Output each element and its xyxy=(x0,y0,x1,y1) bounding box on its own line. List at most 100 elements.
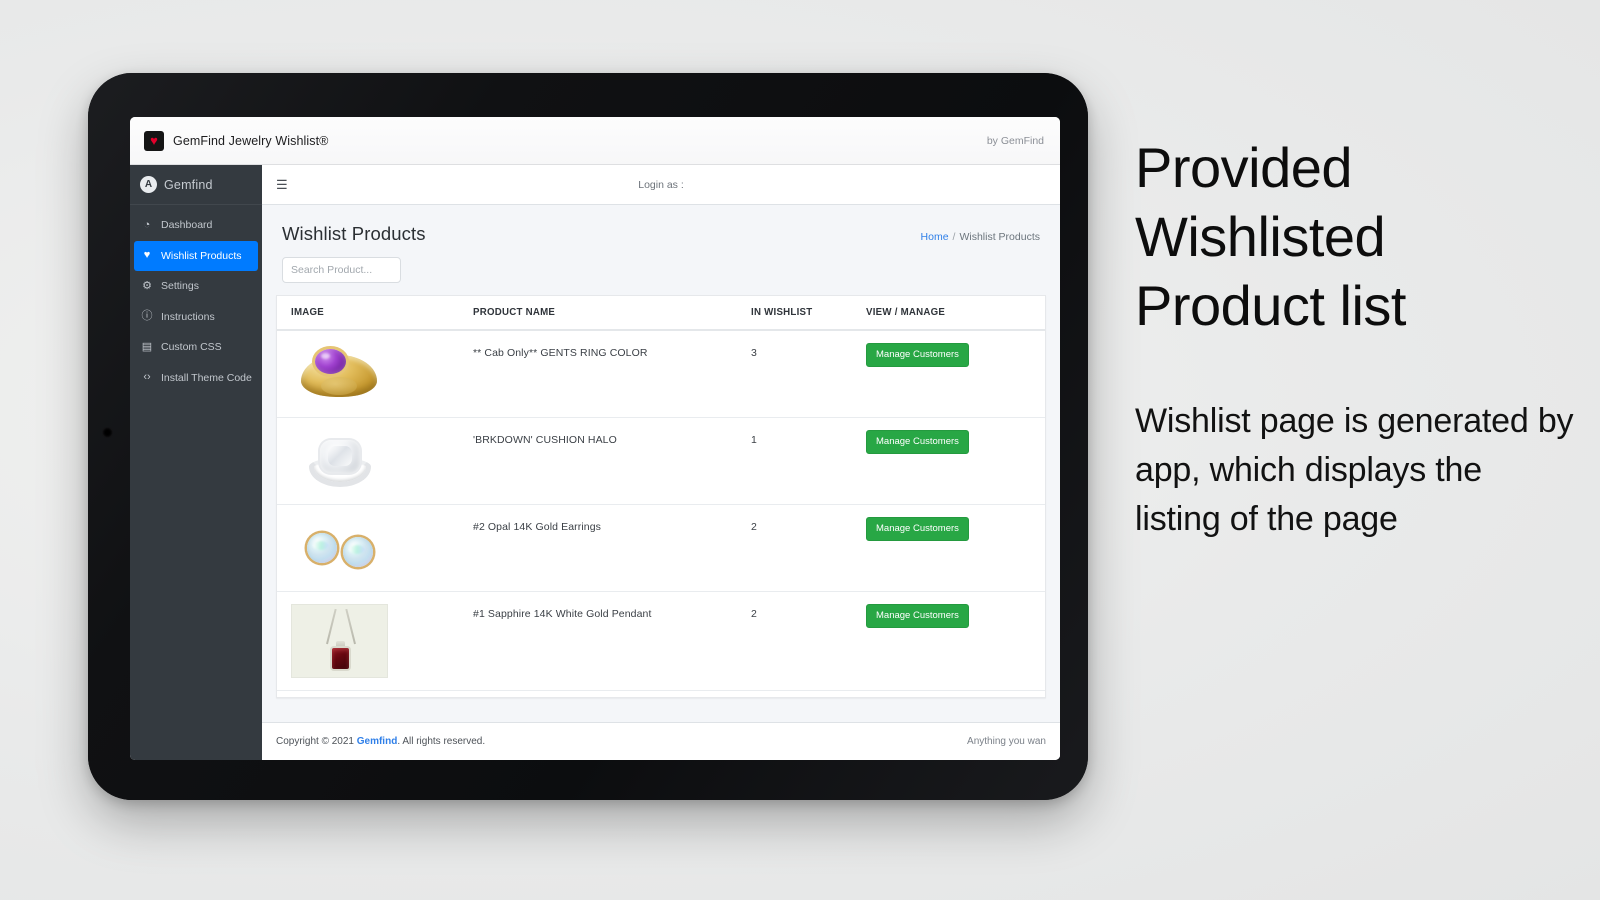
opal-stud-earrings-image xyxy=(291,517,388,579)
sidebar-item-settings[interactable]: ⚙ Settings xyxy=(130,271,262,302)
garnet-pendant-necklace-image xyxy=(291,604,388,678)
in-wishlist-count: 2 xyxy=(751,608,757,620)
column-header-in-wishlist: IN WISHLIST xyxy=(751,296,866,331)
white-gold-cushion-halo-ring-image xyxy=(291,430,388,492)
brand-logo-icon: A xyxy=(140,176,157,193)
cell-actions: Manage Customers xyxy=(866,330,1045,418)
cell-product-name: #2 Opal 14K Gold Earrings xyxy=(473,504,751,592)
manage-customers-button[interactable]: Manage Customers xyxy=(866,343,969,367)
cell-in-wishlist: 3 xyxy=(751,330,866,418)
footer-copyright-suffix: . All rights reserved. xyxy=(397,736,486,747)
in-wishlist-count: 3 xyxy=(751,347,757,359)
products-card: IMAGE PRODUCT NAME IN WISHLIST VIEW / MA… xyxy=(276,295,1046,698)
gear-icon: ⚙ xyxy=(142,279,152,292)
product-name: 'BRKDOWN' CUSHION HALO xyxy=(473,434,617,446)
callout-heading: Provided Wishlisted Product list xyxy=(1135,136,1407,337)
hamburger-icon[interactable]: ☰ xyxy=(276,178,288,191)
app-shell: A Gemfind ◔ Dashboard ♥ Wishlist Product… xyxy=(130,165,1060,760)
content-header: Wishlist Products Home / Wishlist Products xyxy=(262,205,1060,245)
brand-name: Gemfind xyxy=(164,177,213,192)
manage-customers-button[interactable]: Manage Customers xyxy=(866,604,969,628)
sidebar-item-label: Install Theme Code xyxy=(161,371,252,384)
opal-stone-shape xyxy=(343,537,373,567)
breadcrumb: Home / Wishlist Products xyxy=(921,223,1040,243)
breadcrumb-current: Wishlist Products xyxy=(959,231,1040,243)
callout-text-block: Provided Wishlisted Product list Wishlis… xyxy=(1135,134,1575,543)
cell-image xyxy=(277,591,473,691)
sidebar-item-install-theme-code[interactable]: ‹› Install Theme Code xyxy=(130,363,262,394)
app-titlebar: ♥ GemFind Jewelry Wishlist® by GemFind xyxy=(130,117,1060,165)
product-name: #1 Sapphire 14K White Gold Pendant xyxy=(473,608,652,620)
opal-stone-shape xyxy=(307,533,337,563)
tablet-camera-icon xyxy=(102,427,113,438)
in-wishlist-count: 2 xyxy=(751,521,757,533)
footer: Copyright © 2021 Gemfind. All rights res… xyxy=(262,722,1060,760)
amethyst-stone-shape xyxy=(315,349,346,374)
breadcrumb-separator: / xyxy=(952,231,956,243)
table-row: ** Cab Only** GENTS RING COLOR 3 Manage … xyxy=(277,330,1045,418)
sidebar-item-label: Settings xyxy=(161,280,199,293)
cell-image xyxy=(277,417,473,505)
cell-product-name: 'BRKDOWN' CUSHION HALO xyxy=(473,417,751,505)
sidebar-nav: ◔ Dashboard ♥ Wishlist Products ⚙ Settin… xyxy=(130,205,262,393)
sidebar-item-instructions[interactable]: ⓘ Instructions xyxy=(130,302,262,333)
product-name: #2 Opal 14K Gold Earrings xyxy=(473,521,601,533)
cell-image xyxy=(277,504,473,592)
css-file-icon: ▤ xyxy=(141,340,153,353)
diamond-halo-shape xyxy=(320,440,360,473)
sidebar-item-label: Wishlist Products xyxy=(161,249,242,262)
cell-product-name: #1 Sapphire 14K White Gold Pendant xyxy=(473,591,751,691)
app-title: GemFind Jewelry Wishlist® xyxy=(173,133,329,148)
chain-shape xyxy=(326,608,337,645)
callout-body: Wishlist page is generated by app, which… xyxy=(1135,401,1574,538)
wishlist-products-table: IMAGE PRODUCT NAME IN WISHLIST VIEW / MA… xyxy=(277,296,1045,691)
table-row: 'BRKDOWN' CUSHION HALO 1 Manage Customer… xyxy=(277,417,1045,505)
search-input[interactable] xyxy=(282,257,401,283)
sidebar-brand[interactable]: A Gemfind xyxy=(130,165,262,205)
breadcrumb-home-link[interactable]: Home xyxy=(921,231,949,243)
topbar: ☰ Login as : xyxy=(262,165,1060,205)
table-header-row: IMAGE PRODUCT NAME IN WISHLIST VIEW / MA… xyxy=(277,296,1045,331)
halo-ring-shape xyxy=(307,436,373,488)
manage-customers-button[interactable]: Manage Customers xyxy=(866,430,969,454)
table-row: #2 Opal 14K Gold Earrings 2 Manage Custo… xyxy=(277,504,1045,592)
garnet-stone-shape xyxy=(332,648,349,669)
column-header-view-manage: VIEW / MANAGE xyxy=(866,296,1045,331)
in-wishlist-count: 1 xyxy=(751,434,757,446)
login-as-label: Login as : xyxy=(638,178,684,191)
cell-actions: Manage Customers xyxy=(866,591,1045,691)
footer-brand-link[interactable]: Gemfind xyxy=(357,736,398,747)
cell-in-wishlist: 2 xyxy=(751,504,866,592)
cell-actions: Manage Customers xyxy=(866,504,1045,592)
sidebar-item-custom-css[interactable]: ▤ Custom CSS xyxy=(130,332,262,363)
heart-icon: ♥ xyxy=(143,249,151,262)
cell-product-name: ** Cab Only** GENTS RING COLOR xyxy=(473,330,751,418)
code-icon: ‹› xyxy=(143,371,151,384)
app-vendor-label: by GemFind xyxy=(986,134,1044,147)
sidebar-item-label: Custom CSS xyxy=(161,341,222,354)
cell-actions: Manage Customers xyxy=(866,417,1045,505)
page-title: Wishlist Products xyxy=(282,223,426,244)
table-row: #1 Sapphire 14K White Gold Pendant 2 Man… xyxy=(277,591,1045,691)
table-head: IMAGE PRODUCT NAME IN WISHLIST VIEW / MA… xyxy=(277,296,1045,331)
column-header-image: IMAGE xyxy=(277,296,473,331)
footer-copyright-prefix: Copyright © 2021 xyxy=(276,736,357,747)
cell-in-wishlist: 1 xyxy=(751,417,866,505)
cell-in-wishlist: 2 xyxy=(751,591,866,691)
info-icon: ⓘ xyxy=(141,310,153,323)
sidebar-item-label: Dashboard xyxy=(161,219,213,232)
sidebar-item-wishlist-products[interactable]: ♥ Wishlist Products xyxy=(134,240,258,271)
product-name: ** Cab Only** GENTS RING COLOR xyxy=(473,347,648,359)
column-header-product-name: PRODUCT NAME xyxy=(473,296,751,331)
sidebar-item-dashboard[interactable]: ◔ Dashboard xyxy=(130,210,262,241)
heart-icon: ♥ xyxy=(144,130,164,151)
footer-copyright: Copyright © 2021 Gemfind. All rights res… xyxy=(276,736,485,747)
dashboard-icon: ◔ xyxy=(143,218,151,231)
sidebar-item-label: Instructions xyxy=(161,310,215,323)
gold-ring-amethyst-image xyxy=(291,343,388,405)
table-body: ** Cab Only** GENTS RING COLOR 3 Manage … xyxy=(277,330,1045,691)
manage-customers-button[interactable]: Manage Customers xyxy=(866,517,969,541)
main-content: ☰ Login as : Wishlist Products Home / Wish… xyxy=(262,165,1060,760)
tablet-device-frame: ♥ GemFind Jewelry Wishlist® by GemFind A… xyxy=(88,73,1088,800)
